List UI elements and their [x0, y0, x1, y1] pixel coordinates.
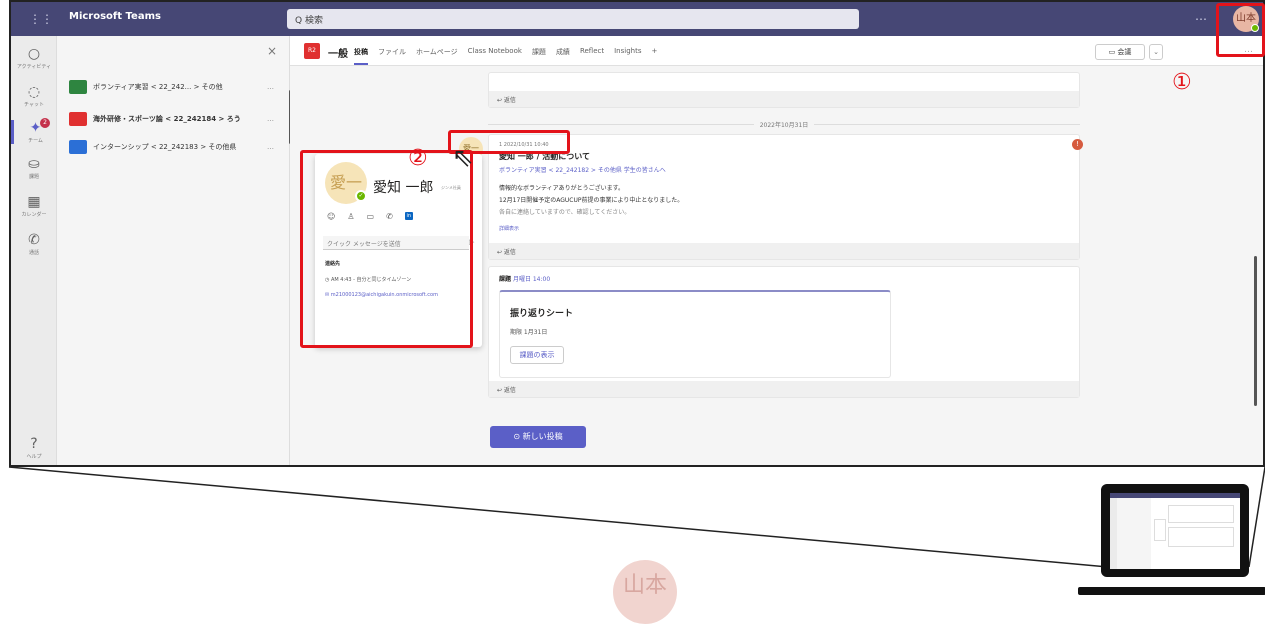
mini-card	[1168, 505, 1234, 523]
laptop-screen	[1110, 493, 1240, 569]
connector-line-left	[8, 466, 1109, 568]
connector-lines	[8, 466, 1265, 568]
mini-card	[1168, 527, 1234, 547]
mini-card	[1154, 519, 1166, 541]
mini-team-list	[1117, 498, 1151, 569]
laptop-base	[1078, 587, 1265, 595]
laptop-illustration	[1101, 484, 1249, 577]
date-text: 2022年10月31日	[753, 122, 815, 129]
bottom-user-avatar: 山本	[613, 560, 677, 624]
mini-rail	[1110, 498, 1117, 569]
connector-line-right	[1248, 466, 1265, 568]
